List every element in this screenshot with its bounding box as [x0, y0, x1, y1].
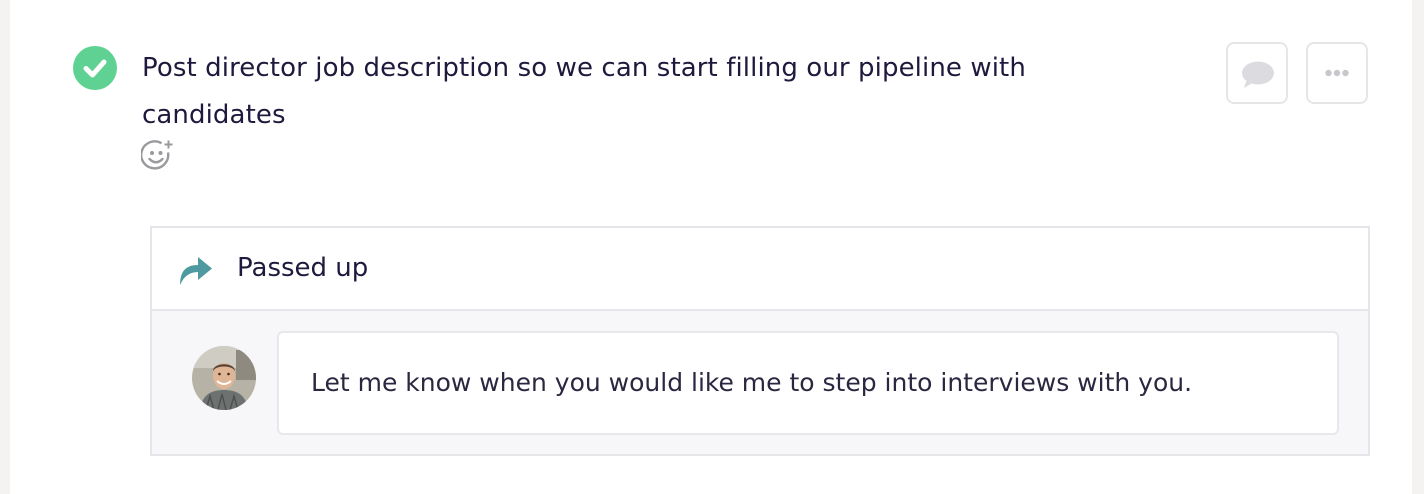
passed-up-label: Passed up: [237, 253, 369, 283]
todo-card: Post director job description so we can …: [10, 0, 1412, 494]
passed-up-body: Let me know when you would like me to st…: [152, 311, 1368, 454]
add-emoji-icon[interactable]: [140, 139, 175, 173]
check-circle-icon[interactable]: [73, 46, 117, 90]
passed-up-panel: Passed up Let me know when you would lik…: [150, 226, 1370, 456]
user-avatar[interactable]: [192, 346, 256, 410]
comment-message-box: Let me know when you would like me to st…: [277, 331, 1339, 435]
share-arrow-icon: [176, 252, 216, 292]
task-title[interactable]: Post director job description so we can …: [142, 45, 1062, 139]
speech-bubble-icon: [1242, 61, 1274, 88]
comment-button[interactable]: [1226, 42, 1288, 104]
ellipsis-icon: [1325, 69, 1349, 77]
more-options-button[interactable]: [1306, 42, 1368, 104]
comment-message-text: Let me know when you would like me to st…: [311, 368, 1193, 397]
passed-up-header: Passed up: [152, 228, 1368, 311]
